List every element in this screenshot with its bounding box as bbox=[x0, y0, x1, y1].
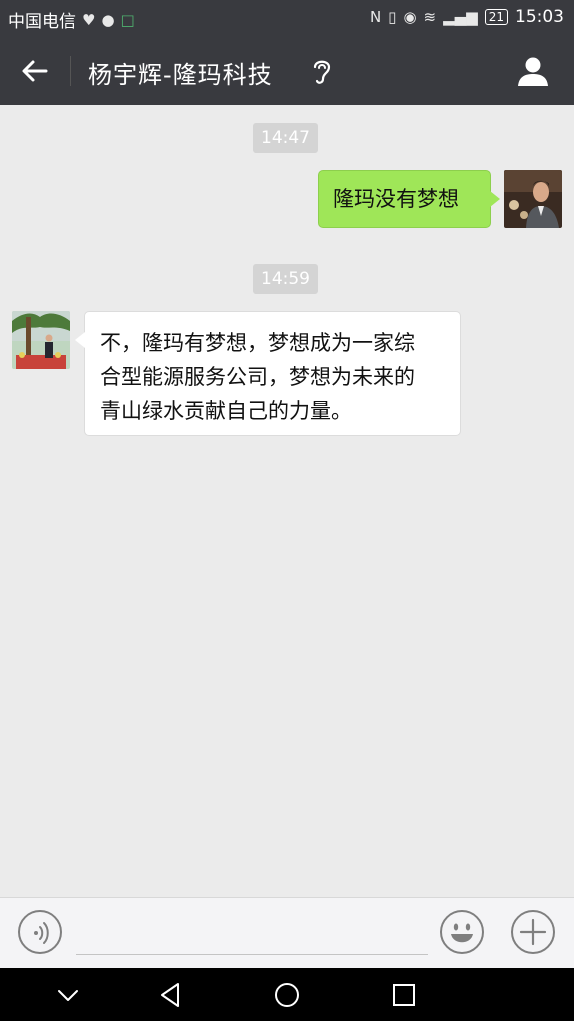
wifi-icon: ≋ bbox=[423, 8, 437, 26]
input-bar bbox=[0, 897, 574, 968]
sent-message-text: 隆玛没有梦想 bbox=[333, 187, 459, 211]
timestamp: 14:47 bbox=[253, 123, 318, 153]
nfc-icon: N bbox=[369, 8, 382, 26]
wechat-icon: ● bbox=[101, 10, 115, 29]
sent-message-bubble[interactable]: 隆玛没有梦想 bbox=[318, 170, 500, 228]
battery-indicator: 21 bbox=[484, 9, 508, 25]
nav-back-icon[interactable] bbox=[156, 980, 186, 1010]
received-message-line: 合型能源服务公司，梦想为未来的 bbox=[100, 365, 415, 389]
received-message-bubble[interactable]: 不，隆玛有梦想，梦想成为一家综 合型能源服务公司，梦想为未来的 青山绿水贡献自己… bbox=[75, 311, 461, 436]
nav-home-icon[interactable] bbox=[272, 980, 302, 1010]
signal-icon: ▂▄▆ bbox=[443, 8, 478, 26]
profile-icon[interactable] bbox=[516, 54, 550, 88]
nav-recents-icon[interactable] bbox=[389, 980, 419, 1010]
vibrate-icon: ▯ bbox=[388, 8, 397, 26]
earpiece-icon bbox=[313, 60, 331, 84]
chat-header: 杨宇辉-隆玛科技 bbox=[0, 36, 574, 105]
contact-avatar[interactable] bbox=[12, 311, 70, 369]
header-divider bbox=[70, 56, 71, 86]
chat-title: 杨宇辉-隆玛科技 bbox=[88, 61, 273, 89]
received-message-line: 不，隆玛有梦想，梦想成为一家综 bbox=[100, 331, 415, 355]
emoji-button[interactable] bbox=[440, 910, 484, 954]
avatar-image bbox=[504, 170, 562, 228]
timestamp: 14:59 bbox=[253, 264, 318, 294]
back-arrow-icon[interactable] bbox=[18, 54, 52, 88]
voice-button[interactable] bbox=[18, 910, 62, 954]
clock: 15:03 bbox=[515, 7, 564, 27]
lock-icon: □ bbox=[120, 10, 135, 29]
more-button[interactable] bbox=[511, 910, 555, 954]
status-bar: 中国电信 ♥ ● □ N ▯ ◉ ≋ ▂▄▆ 21 15:03 bbox=[0, 0, 574, 36]
eye-icon: ◉ bbox=[403, 8, 417, 26]
voice-icon bbox=[34, 922, 49, 944]
avatar-image bbox=[12, 311, 70, 369]
received-message-line: 青山绿水贡献自己的力量。 bbox=[100, 399, 352, 423]
emoji-icon bbox=[451, 923, 473, 943]
carrier-label: 中国电信 bbox=[8, 12, 76, 32]
navigation-bar bbox=[0, 968, 574, 1021]
bubble-tail bbox=[490, 191, 500, 207]
heart-icon: ♥ bbox=[82, 10, 96, 29]
plus-icon bbox=[519, 918, 547, 946]
nav-down-icon[interactable] bbox=[53, 980, 83, 1010]
message-input[interactable] bbox=[76, 954, 428, 955]
my-avatar[interactable] bbox=[504, 170, 562, 228]
bubble-tail bbox=[75, 332, 85, 348]
